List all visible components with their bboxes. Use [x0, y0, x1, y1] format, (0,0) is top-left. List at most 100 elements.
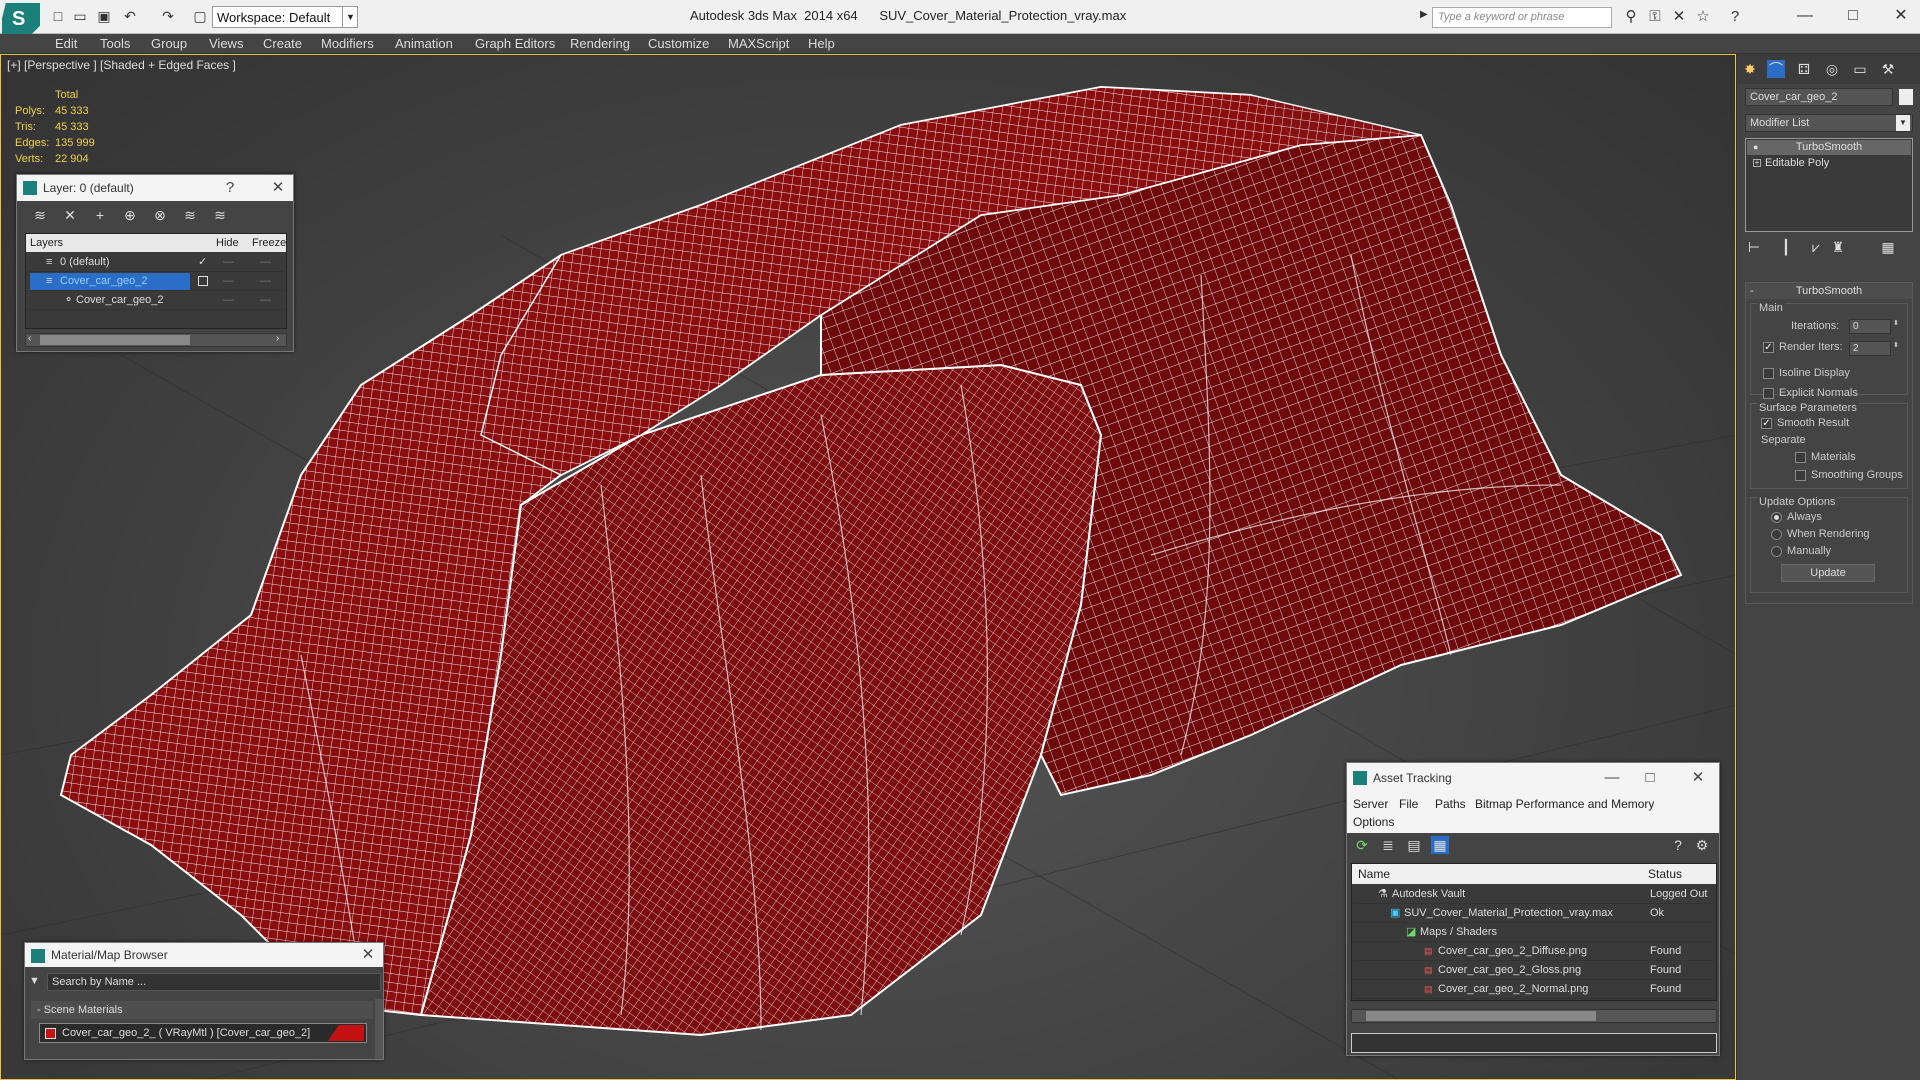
spinner-arrows-icon[interactable]: ⬍: [1893, 341, 1899, 349]
layer-panel-titlebar[interactable]: Layer: 0 (default) ? ✕: [17, 175, 293, 201]
minimize-icon[interactable]: —: [1790, 4, 1820, 28]
scroll-left-icon[interactable]: ‹: [28, 333, 31, 344]
highlight-layer-icon[interactable]: ⊗: [151, 206, 169, 224]
motion-tab-icon[interactable]: ◎: [1823, 60, 1841, 78]
col-status[interactable]: Status: [1648, 864, 1682, 884]
col-layers[interactable]: Layers: [30, 234, 63, 252]
display-tab-icon[interactable]: ▭: [1851, 60, 1869, 78]
close-icon[interactable]: ✕: [1886, 4, 1916, 28]
isoline-display-checkbox[interactable]: [1763, 368, 1774, 379]
material-search-input[interactable]: Search by Name ...: [47, 973, 381, 991]
make-unique-icon[interactable]: ⩗: [1807, 238, 1825, 256]
smoothing-groups-checkbox[interactable]: [1795, 470, 1806, 481]
help-icon[interactable]: ?: [1726, 8, 1744, 26]
binoculars-icon[interactable]: ⚲: [1622, 8, 1640, 26]
menu-tools[interactable]: Tools: [100, 34, 130, 54]
utilities-tab-icon[interactable]: ⚒: [1879, 60, 1897, 78]
menu-rendering[interactable]: Rendering: [570, 34, 630, 54]
menu-options[interactable]: Options: [1353, 815, 1394, 829]
close-icon[interactable]: ✕: [1685, 763, 1711, 793]
modify-tab-icon[interactable]: ⌒: [1767, 60, 1785, 78]
update-when-rendering-radio[interactable]: [1771, 529, 1782, 540]
tools-icon[interactable]: ✕: [1670, 8, 1688, 26]
save-icon[interactable]: ▣: [96, 8, 112, 24]
current-layer-box[interactable]: [198, 276, 208, 286]
col-hide[interactable]: Hide: [216, 234, 239, 252]
asset-row[interactable]: ⚗ Autodesk Vault Logged Out: [1354, 885, 1714, 904]
asset-horizontal-scrollbar[interactable]: [1351, 1009, 1717, 1023]
viewport-label[interactable]: [+] [Perspective ] [Shaded + Edged Faces…: [7, 58, 236, 72]
add-to-layer-icon[interactable]: +: [91, 206, 109, 224]
freeze-toggle[interactable]: —: [260, 272, 271, 291]
object-name-field[interactable]: Cover_car_geo_2: [1745, 88, 1893, 106]
object-color-swatch[interactable]: [1899, 89, 1913, 105]
scrollbar-thumb[interactable]: [40, 335, 190, 345]
help-button[interactable]: ?: [217, 175, 243, 201]
asset-tracking-titlebar[interactable]: Asset Tracking — □ ✕: [1347, 763, 1719, 793]
menu-bitmap-performance[interactable]: Bitmap Performance and Memory: [1475, 797, 1654, 811]
asset-row[interactable]: ▤ Cover_car_geo_2_Gloss.png Found: [1354, 961, 1714, 980]
layer-row-selected[interactable]: ≡ Cover_car_geo_2 — —: [28, 272, 284, 291]
new-layer-icon[interactable]: ≋: [31, 206, 49, 224]
create-tab-icon[interactable]: ✸: [1741, 60, 1759, 78]
freeze-toggle[interactable]: —: [260, 253, 271, 272]
pin-stack-icon[interactable]: ⊢: [1745, 238, 1763, 256]
menu-group[interactable]: Group: [151, 34, 187, 54]
horizontal-scrollbar[interactable]: ‹ ›: [25, 333, 287, 347]
expand-icon[interactable]: +: [1753, 159, 1761, 167]
remove-modifier-icon[interactable]: ♜: [1829, 238, 1847, 256]
table-view-icon[interactable]: ▦: [1431, 836, 1449, 854]
explicit-normals-checkbox[interactable]: [1763, 388, 1774, 399]
scrollbar-thumb[interactable]: [1366, 1011, 1596, 1021]
render-iters-spinner[interactable]: 2: [1849, 341, 1891, 356]
smooth-result-checkbox[interactable]: ✓: [1761, 418, 1772, 429]
open-file-icon[interactable]: ▭: [72, 8, 88, 24]
menu-server[interactable]: Server: [1353, 797, 1388, 811]
delete-layer-icon[interactable]: ✕: [61, 206, 79, 224]
layer-row[interactable]: ≡ 0 (default) ✓ — —: [28, 253, 284, 272]
menu-modifiers[interactable]: Modifiers: [321, 34, 374, 54]
workspace-dropdown[interactable]: Workspace: Default: [212, 6, 358, 28]
modifier-list-dropdown[interactable]: Modifier List ▼: [1745, 114, 1913, 132]
menu-help[interactable]: Help: [808, 34, 835, 54]
minimize-icon[interactable]: —: [1599, 763, 1625, 793]
stack-item-editable-poly[interactable]: + Editable Poly: [1747, 156, 1911, 171]
hierarchy-tab-icon[interactable]: ⚃: [1795, 60, 1813, 78]
freeze-toggle[interactable]: —: [260, 291, 271, 310]
star-icon[interactable]: ☆: [1694, 8, 1712, 26]
menu-maxscript[interactable]: MAXScript: [728, 34, 789, 54]
layer-object-row[interactable]: ⚬ Cover_car_geo_2 — —: [28, 291, 284, 310]
vertical-scrollbar[interactable]: [375, 999, 383, 1059]
close-icon[interactable]: ✕: [355, 943, 381, 967]
vault-settings-icon[interactable]: ⚙: [1693, 836, 1711, 854]
menu-file[interactable]: File: [1399, 797, 1418, 811]
close-icon[interactable]: ✕: [265, 175, 291, 201]
undo-icon[interactable]: ↶: [122, 8, 138, 24]
scene-materials-group[interactable]: - Scene Materials: [31, 1001, 373, 1019]
maximize-icon[interactable]: □: [1637, 763, 1663, 793]
hide-toggle[interactable]: —: [223, 272, 234, 291]
hide-all-icon[interactable]: ≋: [181, 206, 199, 224]
checkmark-icon[interactable]: ✓: [198, 253, 207, 272]
update-button[interactable]: Update: [1781, 564, 1875, 582]
search-expand-icon[interactable]: ▶: [1420, 9, 1428, 20]
configure-sets-icon[interactable]: ▦: [1879, 238, 1897, 256]
render-iters-checkbox[interactable]: ✓: [1763, 342, 1774, 353]
menu-customize[interactable]: Customize: [648, 34, 709, 54]
scroll-right-icon[interactable]: ›: [276, 333, 279, 344]
chevron-down-icon[interactable]: ▼: [342, 6, 358, 28]
update-manually-radio[interactable]: [1771, 546, 1782, 557]
freeze-all-icon[interactable]: ≋: [211, 206, 229, 224]
new-file-icon[interactable]: □: [50, 8, 66, 24]
maximize-icon[interactable]: □: [1838, 4, 1868, 28]
col-name[interactable]: Name: [1358, 864, 1390, 884]
lightbulb-icon[interactable]: ●: [1753, 140, 1758, 155]
menu-create[interactable]: Create: [263, 34, 302, 54]
hide-toggle[interactable]: —: [223, 253, 234, 272]
asset-row[interactable]: ▣ SUV_Cover_Material_Protection_vray.max…: [1354, 904, 1714, 923]
detail-view-icon[interactable]: ▤: [1405, 836, 1423, 854]
chevron-down-icon[interactable]: ▼: [1896, 115, 1910, 131]
vault-help-icon[interactable]: ?: [1669, 836, 1687, 854]
list-view-icon[interactable]: ≣: [1379, 836, 1397, 854]
options-dropdown-icon[interactable]: ▼: [29, 975, 40, 987]
